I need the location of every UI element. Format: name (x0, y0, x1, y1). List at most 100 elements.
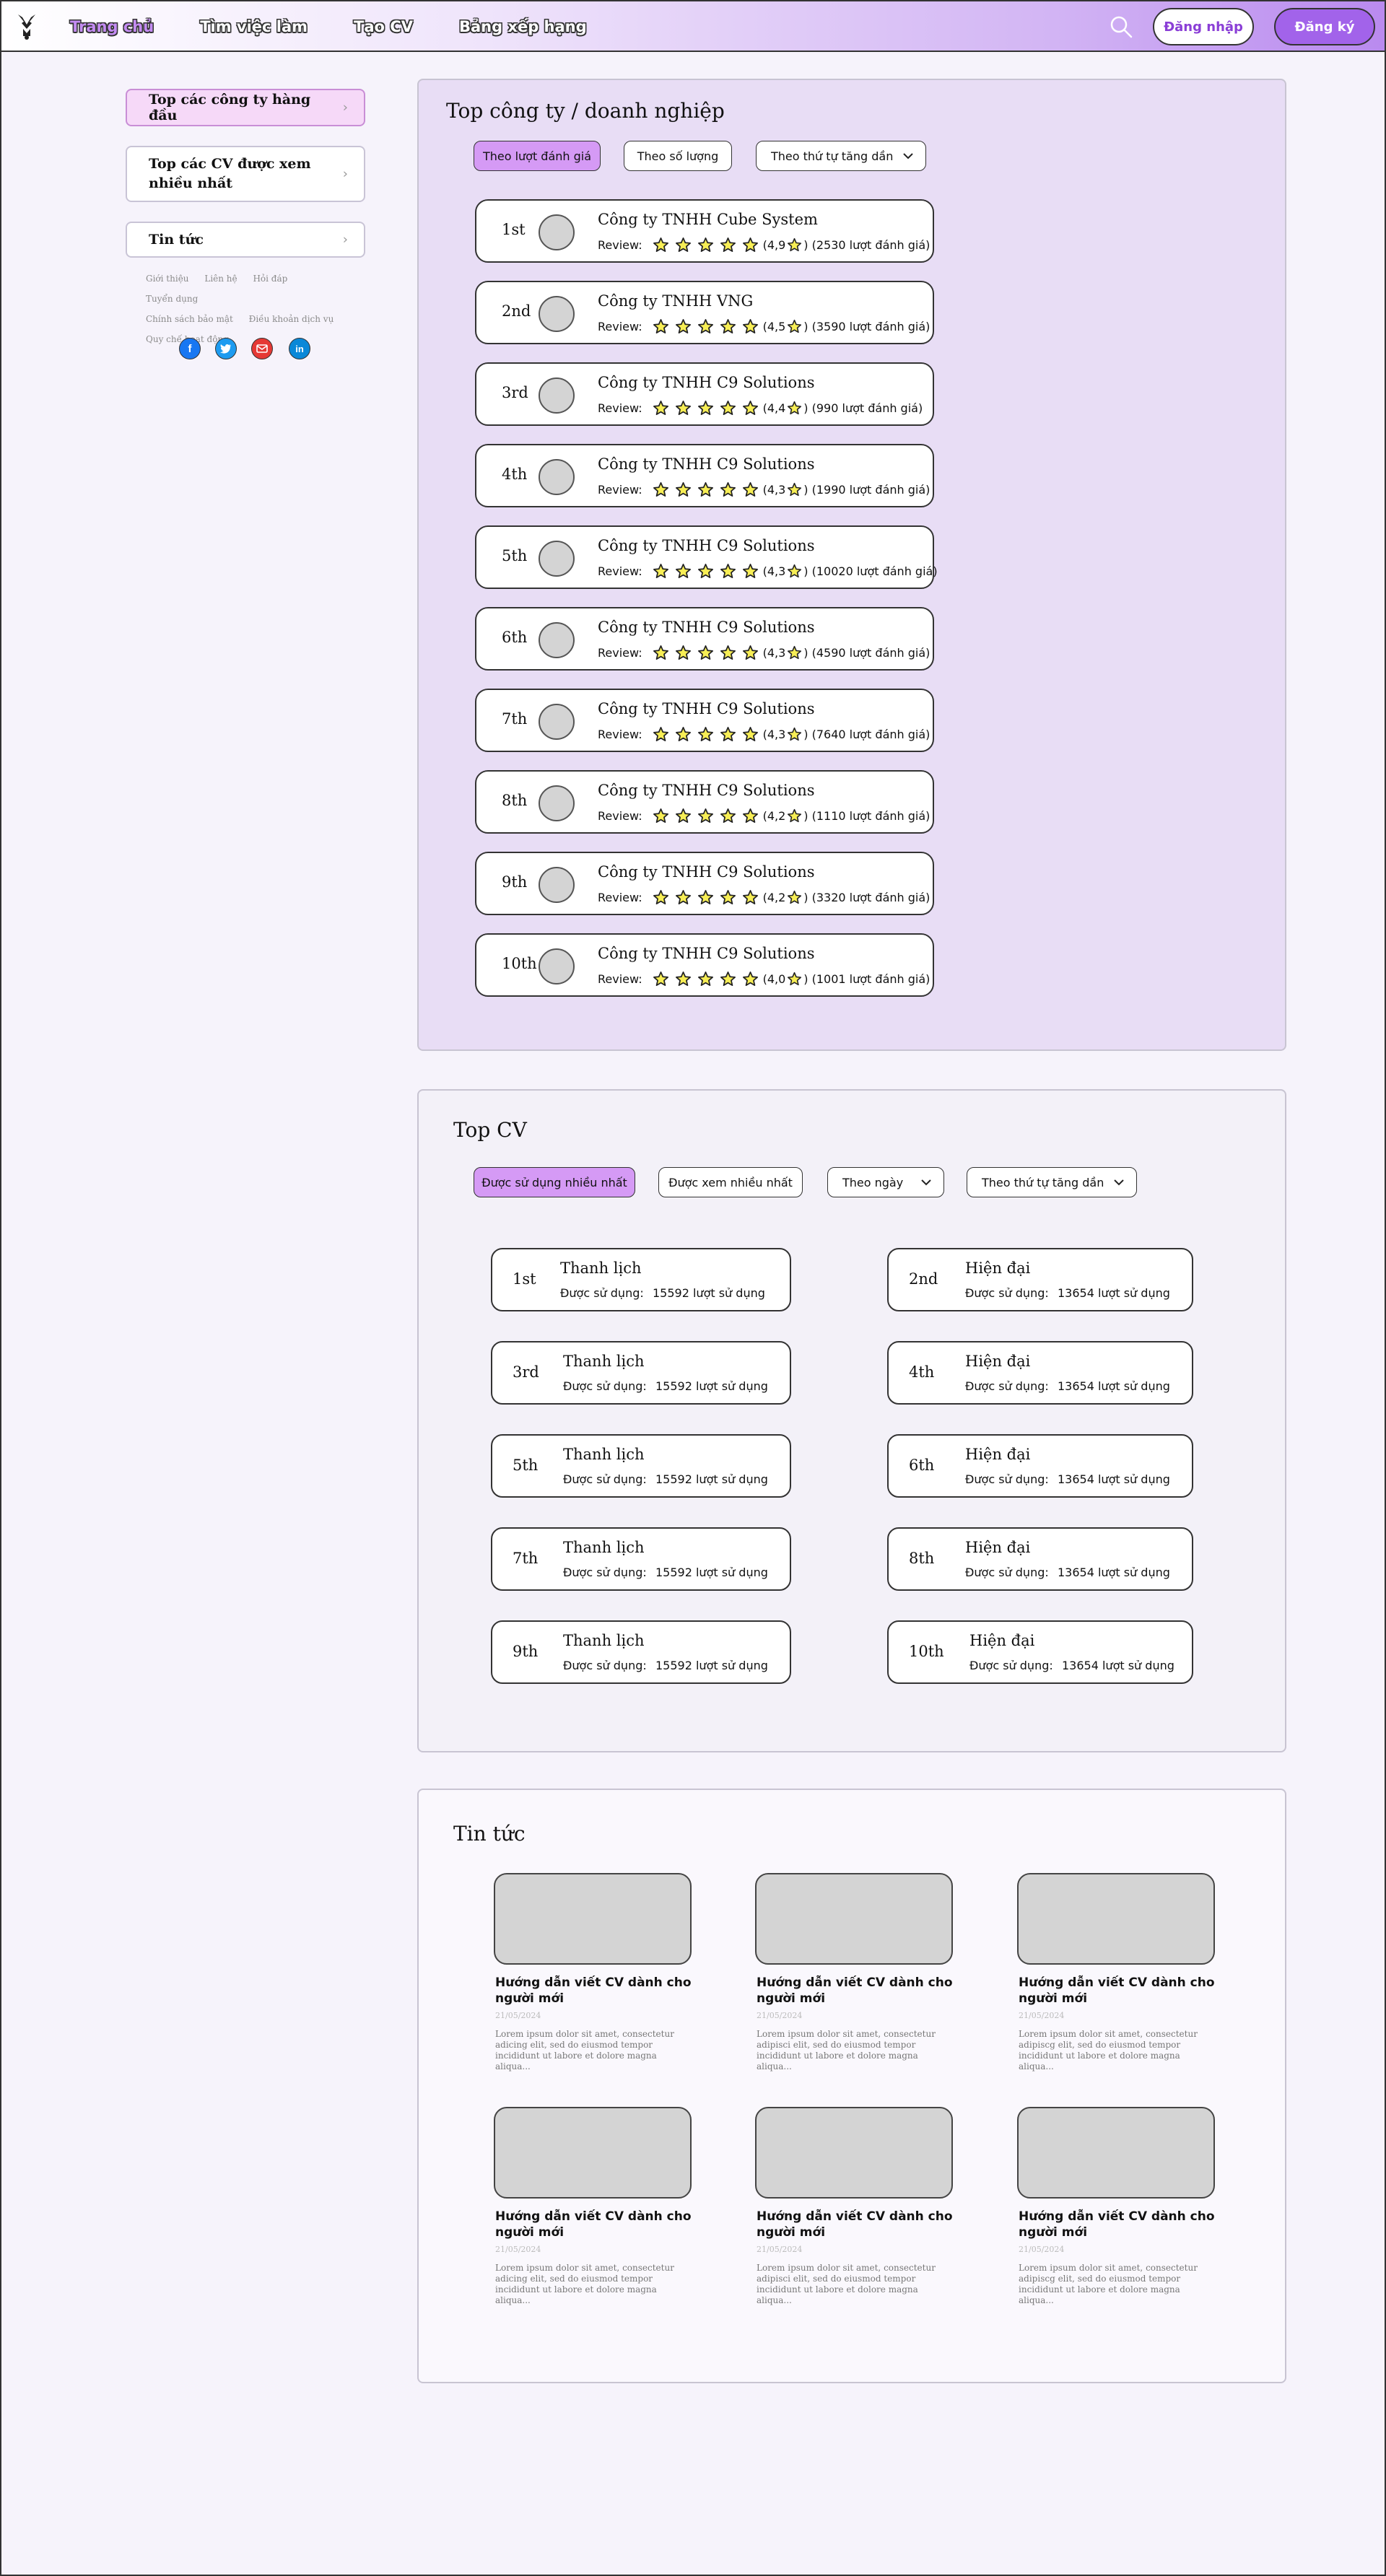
news-title[interactable]: Hướng dẫn viết CV dành cho người mới (1017, 1975, 1215, 2007)
news-card: Hướng dẫn viết CV dành cho người mới 21/0… (1017, 2107, 1215, 2306)
star-icon (653, 482, 668, 497)
news-thumbnail[interactable] (494, 1873, 692, 1965)
nav-find-jobs[interactable]: Tìm việc làm (200, 18, 308, 35)
news-date: 21/05/2024 (757, 2011, 803, 2020)
company-card[interactable]: 6th Công ty TNHH C9 Solutions Review: (4,3)… (475, 607, 934, 671)
link-careers[interactable]: Tuyển dụng (146, 294, 198, 304)
review-row: Review: (4,2) (3320 lượt đánh giá) (598, 889, 930, 906)
twitter-icon[interactable] (215, 338, 237, 359)
news-title[interactable]: Hướng dẫn viết CV dành cho người mới (494, 1975, 692, 2007)
linkedin-icon[interactable]: in (289, 338, 310, 359)
link-faq[interactable]: Hỏi đáp (253, 274, 287, 284)
nav-home[interactable]: Trang chủ (70, 18, 154, 35)
company-card[interactable]: 1st Công ty TNHH Cube System Review: (4,9) … (475, 199, 934, 263)
cv-template-name: Hiện đại (965, 1446, 1031, 1463)
filter-by-reviews[interactable]: Theo lượt đánh giá (474, 141, 601, 171)
review-label: Review: (598, 809, 642, 823)
news-title[interactable]: Hướng dẫn viết CV dành cho người mới (1017, 2209, 1215, 2240)
star-icon (742, 401, 758, 415)
cv-template-name: Hiện đại (969, 1632, 1035, 1649)
link-contact[interactable]: Liên hệ (204, 274, 237, 284)
link-terms[interactable]: Điều khoản dịch vụ (249, 314, 334, 324)
star-icon (720, 237, 736, 252)
rank-label: 6th (909, 1457, 935, 1474)
star-icon (697, 890, 713, 904)
news-excerpt: Lorem ipsum dolor sit amet, consectetur … (1019, 2029, 1198, 2071)
register-button[interactable]: Đăng ký (1274, 8, 1375, 45)
cv-card[interactable]: 6th Hiện đại Được sử dụng: 13654 lượt sử dụ… (887, 1434, 1193, 1498)
usage-label: Được sử dụng: (563, 1472, 647, 1486)
nav-create-cv[interactable]: Tạo CV (354, 18, 413, 35)
cv-card[interactable]: 4th Hiện đại Được sử dụng: 13654 lượt sử dụ… (887, 1341, 1193, 1405)
sort-order-dropdown[interactable]: Theo thứ tự tăng dần (967, 1167, 1137, 1197)
link-privacy[interactable]: Chính sách bảo mật (146, 314, 233, 324)
usage-label: Được sử dụng: (560, 1286, 644, 1300)
rank-label: 9th (502, 873, 528, 891)
company-card[interactable]: 10th Công ty TNHH C9 Solutions Review: (4,0… (475, 933, 934, 997)
cv-card[interactable]: 8th Hiện đại Được sử dụng: 13654 lượt sử dụ… (887, 1527, 1193, 1591)
rating-stars (653, 808, 759, 824)
star-icon (720, 808, 736, 823)
rating-stars (653, 971, 759, 987)
company-card[interactable]: 4th Công ty TNHH C9 Solutions Review: (4,3)… (475, 444, 934, 507)
chevron-down-icon (921, 1179, 931, 1186)
filter-most-viewed[interactable]: Được xem nhiều nhất (658, 1167, 803, 1197)
rank-label: 5th (502, 547, 528, 564)
logo-icon[interactable] (16, 12, 38, 40)
news-thumbnail[interactable] (494, 2107, 692, 2199)
news-card: Hướng dẫn viết CV dành cho người mới 21/0… (494, 1873, 692, 2072)
filter-by-quantity[interactable]: Theo số lượng (624, 141, 732, 171)
news-thumbnail[interactable] (755, 1873, 953, 1965)
sort-order-dropdown[interactable]: Theo thứ tự tăng dần (756, 141, 926, 171)
star-icon (653, 319, 668, 333)
news-title[interactable]: Hướng dẫn viết CV dành cho người mới (755, 2209, 953, 2240)
company-card[interactable]: 2nd Công ty TNHH VNG Review: (4,5) (3590 lư… (475, 281, 934, 344)
star-icon (788, 319, 802, 333)
filter-most-used[interactable]: Được sử dụng nhiều nhất (474, 1167, 635, 1197)
cv-card[interactable]: 2nd Hiện đại Được sử dụng: 13654 lượt sử dụ… (887, 1248, 1193, 1311)
mail-icon[interactable] (251, 338, 273, 359)
chevron-down-icon (1114, 1179, 1124, 1186)
review-count: ) (990 lượt đánh giá) (803, 401, 923, 415)
nav-rankings[interactable]: Bảng xếp hạng (459, 18, 587, 35)
cv-card[interactable]: 5th Thanh lịch Được sử dụng: 15592 lượt sử … (491, 1434, 791, 1498)
news-thumbnail[interactable] (1017, 2107, 1215, 2199)
link-about[interactable]: Giới thiệu (146, 274, 189, 284)
date-filter-dropdown[interactable]: Theo ngày (827, 1167, 944, 1197)
rank-label: 10th (909, 1643, 944, 1660)
cv-card[interactable]: 9th Thanh lịch Được sử dụng: 15592 lượt sử … (491, 1620, 791, 1684)
rank-label: 8th (502, 792, 528, 809)
company-card[interactable]: 9th Công ty TNHH C9 Solutions Review: (4,2)… (475, 852, 934, 915)
cv-card[interactable]: 3rd Thanh lịch Được sử dụng: 15592 lượt sử … (491, 1341, 791, 1405)
company-card[interactable]: 8th Công ty TNHH C9 Solutions Review: (4,2)… (475, 770, 934, 834)
star-icon (675, 237, 691, 252)
usage-count: 13654 lượt sử dụng (1058, 1566, 1170, 1579)
sidebar-item-top-companies[interactable]: Top các công ty hàng đầu › (126, 89, 365, 126)
news-title[interactable]: Hướng dẫn viết CV dành cho người mới (755, 1975, 953, 2007)
rank-label: 3rd (502, 384, 528, 401)
login-button[interactable]: Đăng nhập (1153, 8, 1254, 45)
review-label: Review: (598, 401, 642, 415)
sidebar-item-top-cv[interactable]: Top các CV được xem nhiều nhất › (126, 146, 365, 202)
star-icon (788, 482, 802, 497)
cv-card[interactable]: 10th Hiện đại Được sử dụng: 13654 lượt sử d… (887, 1620, 1193, 1684)
star-icon (697, 319, 713, 333)
cv-template-name: Hiện đại (965, 1353, 1031, 1370)
cv-card[interactable]: 1st Thanh lịch Được sử dụng: 15592 lượt sử … (491, 1248, 791, 1311)
cv-card[interactable]: 7th Thanh lịch Được sử dụng: 15592 lượt sử … (491, 1527, 791, 1591)
facebook-icon[interactable]: f (179, 338, 201, 359)
company-card[interactable]: 5th Công ty TNHH C9 Solutions Review: (4,3)… (475, 525, 938, 589)
company-card[interactable]: 7th Công ty TNHH C9 Solutions Review: (4,3)… (475, 689, 934, 752)
review-label: Review: (598, 564, 642, 578)
main-nav: Trang chủ Tìm việc làm Tạo CV Bảng xếp h… (70, 1, 587, 52)
news-thumbnail[interactable] (755, 2107, 953, 2199)
search-icon[interactable] (1109, 14, 1133, 39)
review-row: Review: (4,3) (1990 lượt đánh giá) (598, 481, 930, 498)
news-title[interactable]: Hướng dẫn viết CV dành cho người mới (494, 2209, 692, 2240)
company-card[interactable]: 3rd Công ty TNHH C9 Solutions Review: (4,4)… (475, 362, 934, 426)
star-icon (742, 645, 758, 660)
rank-label: 1st (513, 1270, 536, 1288)
sidebar-item-news[interactable]: Tin tức › (126, 222, 365, 258)
news-thumbnail[interactable] (1017, 1873, 1215, 1965)
review-count: ) (1001 lượt đánh giá) (803, 972, 930, 986)
